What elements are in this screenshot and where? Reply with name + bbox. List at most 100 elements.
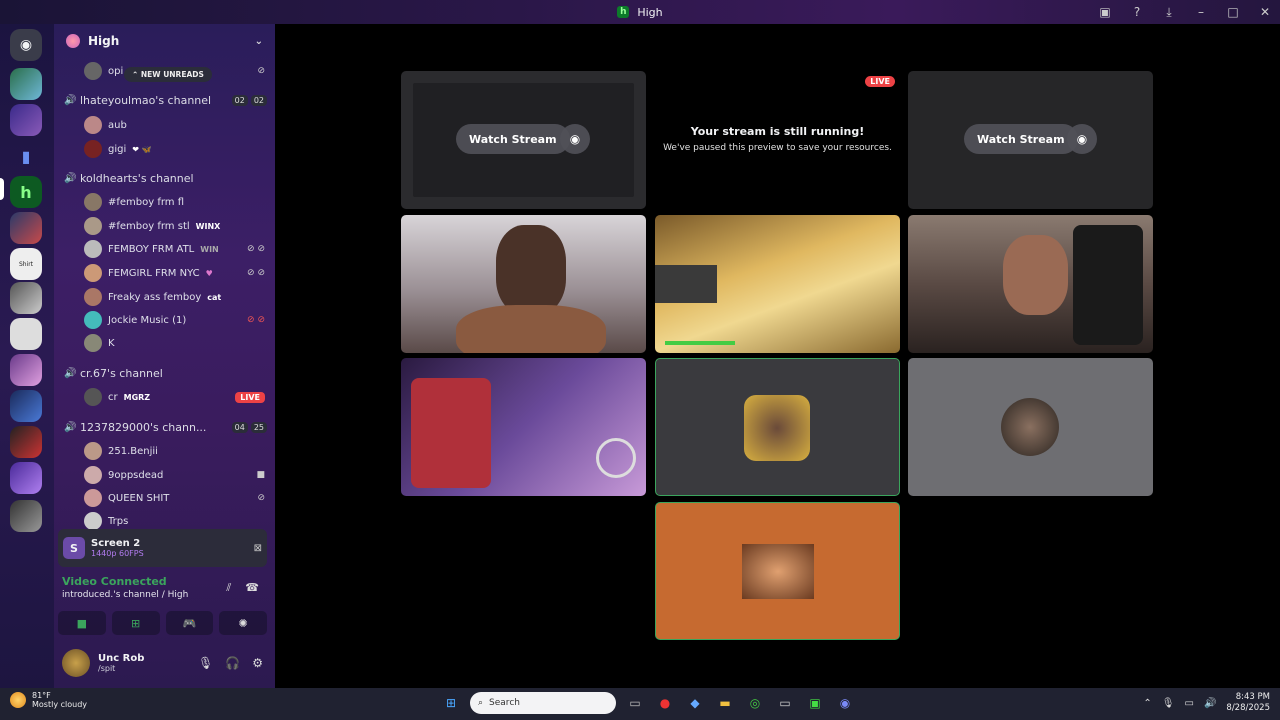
video-tile[interactable]: [401, 358, 646, 496]
screen-share-button[interactable]: ⊞: [111, 611, 160, 635]
voice-channel[interactable]: 🔊 koldhearts's channel: [64, 168, 267, 188]
user-panel: Unc Rob /spit 🎙 🎧 ⚙: [58, 642, 267, 684]
speaker-icon: 🔊: [64, 172, 77, 184]
discord-home-icon[interactable]: ◉: [10, 29, 42, 61]
voice-user[interactable]: gigi ❤ 🦋: [84, 139, 265, 159]
speaker-icon: 🔊: [64, 367, 77, 379]
deafened-icon: ⊘ ⊘: [247, 315, 265, 325]
server-icon[interactable]: [10, 212, 42, 244]
channel-sidebar: High ⌄ opi ⊘ ⌃ NEW UNREADS 🔊 lhateyoulma…: [54, 24, 275, 688]
speaker-icon: 🔊: [64, 94, 77, 106]
stream-tile[interactable]: Watch Stream ◉: [401, 71, 646, 209]
server-icon[interactable]: [10, 68, 42, 100]
voice-user[interactable]: cr MGRZ LIVE: [84, 387, 265, 407]
stream-tile[interactable]: Watch Stream ◉: [908, 71, 1153, 209]
server-icon[interactable]: [10, 354, 42, 386]
disconnect-icon[interactable]: ☎: [245, 581, 259, 595]
video-tile[interactable]: [655, 215, 900, 353]
start-button[interactable]: ⊞: [440, 692, 462, 714]
voice-user[interactable]: Jockie Music (1) ⊘ ⊘: [84, 310, 265, 330]
avatar: [84, 62, 102, 80]
search-input[interactable]: ⌕ Search: [470, 692, 616, 714]
live-badge: LIVE: [865, 76, 895, 87]
server-icon[interactable]: [10, 426, 42, 458]
server-icon[interactable]: [10, 104, 42, 136]
paused-preview-tile: LIVE Your stream is still running! We've…: [655, 71, 900, 209]
taskbar: 81°F Mostly cloudy ⊞ ⌕ Search ▭ ● ◆ ▬ ◎ …: [0, 688, 1280, 720]
preview-eye-icon[interactable]: ◉: [1067, 124, 1097, 154]
audio-tile[interactable]: [655, 502, 900, 640]
preview-eye-icon[interactable]: ◉: [560, 124, 590, 154]
chevron-up-icon[interactable]: ⌃: [1143, 698, 1151, 709]
server-icon[interactable]: Shirt: [10, 248, 42, 280]
terminal-icon[interactable]: ▭: [774, 692, 796, 714]
server-header[interactable]: High ⌄: [54, 24, 275, 58]
app-icon[interactable]: ●: [654, 692, 676, 714]
voice-user[interactable]: aub: [84, 115, 265, 135]
noise-suppression-icon[interactable]: ⫽: [226, 581, 231, 595]
watch-stream-button[interactable]: Watch Stream: [456, 124, 570, 154]
minimize-button[interactable]: –: [1192, 3, 1210, 21]
weather-widget[interactable]: 81°F Mostly cloudy: [10, 691, 87, 709]
server-icon[interactable]: h: [10, 176, 42, 208]
server-folder-icon[interactable]: [10, 462, 42, 494]
voice-action-buttons: ■ ⊞ 🎮 ✺: [58, 611, 267, 635]
stop-stream-icon[interactable]: ⊠: [254, 543, 262, 554]
voice-user[interactable]: K: [84, 333, 265, 353]
clock[interactable]: 8:43 PM 8/28/2025: [1226, 692, 1270, 714]
voice-channel[interactable]: 🔊 lhateyoulmao's channel 02 02: [64, 90, 267, 110]
window-title: High: [637, 5, 663, 19]
settings-gear-icon[interactable]: ⚙: [252, 656, 263, 670]
audio-tile[interactable]: [655, 358, 900, 496]
folder-icon[interactable]: ▮: [10, 140, 42, 172]
muted-icon: ⊘ ⊘: [247, 244, 265, 254]
video-tile[interactable]: [908, 215, 1153, 353]
camera-icon: ■: [256, 470, 265, 480]
screen-share-card[interactable]: S Screen 2 1440p 60FPS ⊠: [58, 529, 267, 567]
screen-icon: S: [63, 537, 85, 559]
inbox-icon[interactable]: ▣: [1096, 3, 1114, 21]
volume-icon[interactable]: 🔊: [1204, 698, 1216, 709]
voice-user[interactable]: FEMGIRL FRM NYC ♥ ⊘ ⊘: [84, 263, 265, 283]
server-icon[interactable]: [10, 318, 42, 350]
camera-button[interactable]: ■: [58, 611, 106, 635]
activity-button[interactable]: 🎮: [165, 611, 214, 635]
voice-channel[interactable]: 🔊 1237829000's chann... 04 25: [64, 417, 267, 437]
maximize-button[interactable]: □: [1224, 3, 1242, 21]
voice-user[interactable]: Freaky ass femboy cat: [84, 287, 265, 307]
voice-channel[interactable]: 🔊 cr.67's channel: [64, 363, 267, 383]
server-icon[interactable]: [10, 390, 42, 422]
voice-user[interactable]: Trps: [84, 511, 265, 531]
soundboard-button[interactable]: ✺: [219, 611, 267, 635]
voice-user[interactable]: 9oppsdead ■: [84, 465, 265, 485]
deafened-icon: ⊘: [257, 66, 265, 76]
video-grid: Watch Stream ◉ LIVE Your stream is still…: [275, 24, 1280, 688]
voice-user[interactable]: FEMBOY FRM ATL WIN ⊘ ⊘: [84, 239, 265, 259]
server-icon[interactable]: [10, 282, 42, 314]
voice-user[interactable]: 251.Benjii: [84, 441, 265, 461]
app-icon[interactable]: ▣: [804, 692, 826, 714]
server-icon[interactable]: [10, 500, 42, 532]
audio-tile[interactable]: [908, 358, 1153, 496]
voice-user[interactable]: #femboy frm stl WINX: [84, 216, 265, 236]
avatar: [744, 395, 810, 461]
copilot-icon[interactable]: ◆: [684, 692, 706, 714]
voice-user[interactable]: #femboy frm fl: [84, 192, 265, 212]
video-tile[interactable]: [401, 215, 646, 353]
task-view-icon[interactable]: ▭: [624, 692, 646, 714]
display-icon[interactable]: ▭: [1185, 698, 1194, 709]
new-unreads-pill[interactable]: ⌃ NEW UNREADS: [124, 67, 212, 82]
discord-icon[interactable]: ◉: [834, 692, 856, 714]
headphones-icon[interactable]: 🎧: [225, 656, 240, 670]
download-icon[interactable]: ⤓: [1160, 3, 1178, 21]
chrome-icon[interactable]: ◎: [744, 692, 766, 714]
close-button[interactable]: ✕: [1256, 3, 1274, 21]
help-icon[interactable]: ?: [1128, 3, 1146, 21]
voice-connection-panel: Video Connected introduced.'s channel / …: [62, 575, 259, 600]
watch-stream-button[interactable]: Watch Stream: [964, 124, 1078, 154]
file-explorer-icon[interactable]: ▬: [714, 692, 736, 714]
microphone-icon[interactable]: 🎙: [1162, 698, 1175, 709]
voice-user[interactable]: QUEEN SHIT ⊘: [84, 488, 265, 508]
microphone-icon[interactable]: 🎙: [198, 656, 213, 670]
avatar[interactable]: [62, 649, 90, 677]
